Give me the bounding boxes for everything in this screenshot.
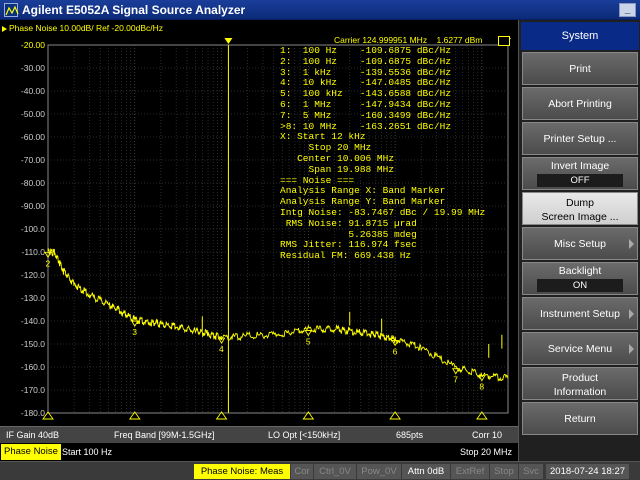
y-tick-label: -30.00 [21, 63, 45, 73]
dump-label-line2: Screen Image ... [541, 211, 619, 223]
product-information-label: Product Information [523, 368, 637, 399]
sweep-row: Phase Noise Start 100 Hz Stop 20 MHz [0, 443, 518, 461]
service-menu-label: Service Menu [547, 343, 613, 355]
date-time: 2018-07-24 18:27 [546, 464, 630, 479]
noise-line: RMS Noise: 91.8715 µrad [280, 217, 417, 229]
y-tick-label: -140.0 [21, 316, 45, 326]
invert-image-label: Invert Image [550, 160, 610, 172]
marker-label: 8 [479, 382, 484, 392]
status-row: IF Gain 40dB Freq Band [99M-1.5GHz] LO O… [0, 426, 518, 443]
markers-line: 2: 100 Hz -109.6875 dBc/Hz [280, 55, 452, 67]
trace-header: Phase Noise 10.00dB/ Ref -20.00dBc/Hz [2, 23, 163, 33]
product-label-line2: Information [553, 386, 607, 398]
instrument-status-bar: Phase Noise: Meas Cor Ctrl_0V Pow_0V Att… [0, 461, 640, 480]
start-frequency: Start 100 Hz [62, 447, 113, 457]
instrument-setup-label: Instrument Setup [540, 308, 620, 320]
marker-label: 6 [393, 346, 398, 356]
trace-name-badge[interactable]: Phase Noise [1, 444, 61, 460]
menu-title: System [521, 22, 639, 50]
chevron-right-icon [629, 309, 634, 319]
return-button[interactable]: Return [522, 402, 638, 435]
phase-noise-trace [47, 247, 509, 382]
if-gain-status: IF Gain 40dB [6, 430, 60, 440]
y-tick-label: -160.0 [21, 362, 45, 372]
abort-printing-label: Abort Printing [548, 98, 612, 110]
stop-status: Stop [490, 464, 518, 479]
markers-line: 7: 5 MHz -160.3499 dBc/Hz [280, 109, 452, 121]
printer-setup-button[interactable]: Printer Setup ... [522, 122, 638, 155]
y-tick-label: -70.00 [21, 155, 45, 165]
service-menu-button[interactable]: Service Menu [522, 332, 638, 365]
y-tick-label: -110.0 [22, 247, 46, 257]
lo-opt-status: LO Opt [<150kHz] [268, 430, 341, 440]
print-button[interactable]: Print [522, 52, 638, 85]
marker-label: 3 [132, 327, 137, 337]
y-tick-label: -180.0 [21, 408, 45, 418]
chevron-right-icon [629, 344, 634, 354]
trace-scale-label: Phase Noise 10.00dB/ Ref -20.00dBc/Hz [9, 23, 164, 33]
freq-band-status: Freq Band [99M-1.5GHz] [114, 430, 215, 440]
backlight-value: ON [537, 279, 623, 292]
title-bar: Agilent E5052A Signal Source Analyzer _ [0, 0, 640, 20]
backlight-label: Backlight [558, 265, 602, 277]
y-tick-label: -100.0 [21, 224, 45, 234]
product-information-button[interactable]: Product Information [522, 367, 638, 400]
misc-setup-button[interactable]: Misc Setup [522, 227, 638, 260]
active-trace-arrow-icon [2, 25, 7, 32]
y-tick-label: -40.00 [21, 86, 45, 96]
y-tick-label: -50.00 [21, 109, 45, 119]
abort-printing-button[interactable]: Abort Printing [522, 87, 638, 120]
y-tick-label: -170.0 [21, 385, 45, 395]
correction-status: Corr 10 [472, 430, 503, 440]
return-label: Return [564, 413, 596, 425]
product-label-line1: Product [561, 372, 599, 384]
marker-label: 2 [46, 258, 51, 268]
instrument-setup-button[interactable]: Instrument Setup [522, 297, 638, 330]
cor-status: Cor [291, 464, 313, 479]
misc-setup-label: Misc Setup [554, 238, 606, 250]
ctrl-status: Ctrl_0V [314, 464, 356, 479]
marker-label: 4 [219, 344, 224, 354]
marker-table: 1: 100 Hz -109.6875 dBc/Hz 2: 100 Hz -109… [280, 35, 485, 262]
dump-screen-image-button[interactable]: Dump Screen Image ... [522, 192, 638, 225]
chevron-right-icon [629, 239, 634, 249]
softkey-panel: System Print Abort Printing Printer Setu… [518, 20, 640, 461]
meas-status: Phase Noise: Meas [194, 464, 290, 479]
noise-line: Residual FM: 669.438 Hz [280, 250, 412, 262]
agilent-logo-icon [4, 3, 19, 17]
y-tick-label: -80.00 [21, 178, 45, 188]
band-marker-top-icon [224, 38, 233, 44]
invert-image-value: OFF [537, 174, 623, 187]
points-status: 685pts [396, 430, 424, 440]
y-tick-label: -20.00 [21, 40, 45, 50]
marker-label: 7 [453, 375, 458, 385]
carrier-indicator-icon [498, 36, 510, 46]
range-line: Span 19.988 MHz [280, 163, 395, 175]
pow-status: Pow_0V [357, 464, 401, 479]
window-title: Agilent E5052A Signal Source Analyzer [22, 3, 246, 17]
measurement-display: -20.00 -30.00 -40.00 -50.00 -60.00 -70.00 -80.… [0, 20, 518, 461]
printer-setup-label: Printer Setup ... [543, 133, 617, 145]
svc-status: Svc [519, 464, 543, 479]
minimize-button[interactable]: _ [619, 3, 636, 17]
y-tick-label: -60.00 [21, 132, 45, 142]
stop-frequency: Stop 20 MHz [459, 447, 512, 457]
y-tick-label: -130.0 [21, 293, 45, 303]
invert-image-button[interactable]: Invert Image OFF [522, 157, 638, 190]
marker-label: 5 [306, 337, 311, 347]
print-label: Print [569, 63, 591, 75]
extref-status: ExtRef [451, 464, 489, 479]
dump-screen-image-label: Dump Screen Image ... [523, 193, 637, 224]
y-tick-label: -150.0 [21, 339, 45, 349]
atten-status: Attn 0dB [402, 464, 450, 479]
dump-label-line1: Dump [565, 197, 594, 209]
y-tick-label: -90.00 [21, 201, 45, 211]
backlight-button[interactable]: Backlight ON [522, 262, 638, 295]
y-tick-label: -120.0 [21, 270, 45, 280]
